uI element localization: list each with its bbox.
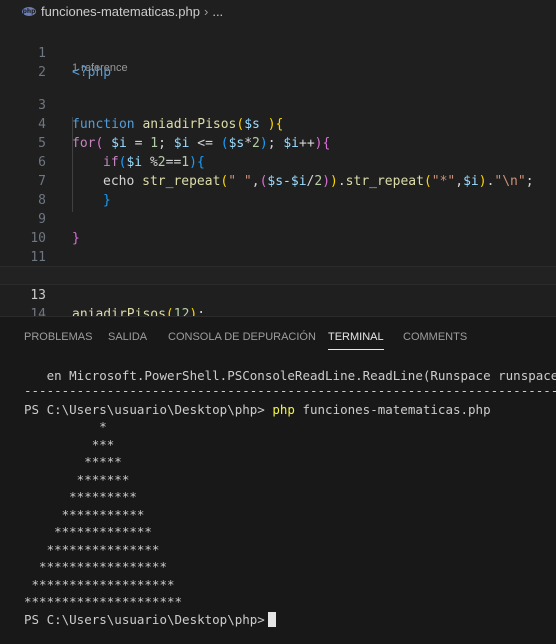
tab-problemas[interactable]: PROBLEMAS — [24, 331, 92, 343]
code-line: 11 } — [0, 229, 556, 284]
code-line: 7 } — [0, 153, 556, 208]
code-line: 12 — [0, 248, 556, 284]
terminal-separator: ----------------------------------------… — [24, 384, 556, 397]
terminal-output-line: ************* — [24, 524, 152, 539]
bottom-panel: PROBLEMAS SALIDA CONSOLA DE DEPURACIÓN T… — [0, 316, 556, 644]
breadcrumb-separator: › — [203, 3, 209, 19]
terminal-line: en Microsoft.PowerShell.PSConsoleReadLin… — [24, 368, 556, 383]
panel-tabs: PROBLEMAS SALIDA CONSOLA DE DEPURACIÓN T… — [0, 317, 556, 357]
terminal-output-line: ***** — [24, 454, 122, 469]
code-line: 9 } — [0, 191, 556, 246]
code-line: 1 <?php — [0, 25, 556, 80]
tab-terminal[interactable]: TERMINAL — [328, 331, 384, 350]
tab-consola-depuracion[interactable]: CONSOLA DE DEPURACIÓN — [168, 331, 316, 343]
terminal-prompt: PS C:\Users\usuario\Desktop\php> — [24, 611, 265, 627]
terminal-output-line: *************** — [24, 541, 160, 557]
breadcrumb-file[interactable]: funciones-matematicas.php — [41, 4, 200, 19]
terminal-command-arg: funciones-matematicas.php — [294, 401, 491, 417]
terminal-output-line: ********* — [24, 489, 137, 504]
terminal-command: php — [264, 401, 295, 417]
terminal-prompt: PS C:\Users\usuario\Desktop\php> — [24, 401, 265, 417]
code-line: 3 function aniadirPisos($s ){ — [0, 77, 556, 132]
code-editor[interactable]: 1 reference 1 <?php 2 3 function aniadir… — [0, 22, 556, 341]
terminal-output-line: ******* — [24, 471, 130, 487]
tab-comments[interactable]: COMMENTS — [403, 331, 467, 343]
breadcrumb: php funciones-matematicas.php › ... — [0, 0, 556, 22]
code-line: 10 — [0, 210, 556, 246]
terminal-output-line: ***************** — [24, 559, 167, 574]
breadcrumb-ellipsis[interactable]: ... — [212, 4, 223, 19]
terminal-output[interactable]: en Microsoft.PowerShell.PSConsoleReadLin… — [24, 367, 556, 628]
terminal-output-line: *** — [24, 436, 115, 452]
terminal-output-line: * — [24, 419, 107, 434]
terminal-final-prompt-line: PS C:\Users\usuario\Desktop\php> — [24, 611, 556, 629]
code-line-current: 13 aniadirPisos(12); — [0, 266, 556, 322]
terminal-output-line: *********** — [24, 506, 145, 522]
code-line: 5 if($i %2==1){ — [0, 115, 556, 170]
php-file-icon: php — [22, 6, 36, 16]
code-line: 6 echo str_repeat(" ",($s-$i/2)).str_rep… — [0, 134, 556, 189]
code-line: 2 — [0, 44, 556, 80]
terminal-output-line: ********************* — [24, 594, 183, 609]
code-line: 4 for( $i = 1; $i <= ($s*2); $i++){ — [0, 96, 556, 151]
terminal-command-line: PS C:\Users\usuario\Desktop\php> php fun… — [24, 401, 556, 419]
terminal-output-line: ******************* — [24, 576, 175, 592]
code-line: 14 ?> — [0, 286, 556, 341]
code-line: 8 — [0, 172, 556, 208]
terminal-cursor — [267, 611, 276, 627]
tab-salida[interactable]: SALIDA — [108, 331, 147, 343]
